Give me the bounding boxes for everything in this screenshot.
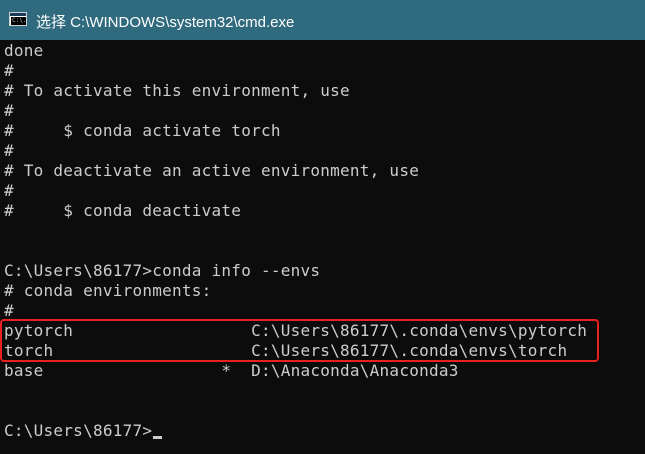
terminal-line: #	[4, 61, 14, 80]
terminal-line: # $ conda deactivate	[4, 201, 242, 220]
terminal-line: #	[4, 301, 14, 320]
terminal-line: # $ conda activate torch	[4, 121, 281, 140]
cmd-prompt-icon: C:\.	[9, 12, 27, 26]
terminal-line: # To activate this environment, use	[4, 81, 350, 100]
terminal-line: #	[4, 181, 14, 200]
prompt-line[interactable]: C:\Users\86177>	[4, 421, 163, 441]
cmd-icon-glyph: C:\.	[11, 17, 27, 25]
terminal-line: #	[4, 141, 14, 160]
window-title: 选择 C:\WINDOWS\system32\cmd.exe	[36, 14, 295, 31]
text-cursor	[153, 436, 163, 439]
terminal-line-env-base: base * D:\Anaconda\Anaconda3	[4, 361, 459, 380]
window-titlebar[interactable]: C:\. 选择 C:\WINDOWS\system32\cmd.exe	[0, 0, 645, 40]
terminal-line: C:\Users\86177>conda info --envs	[4, 261, 321, 280]
highlight-annotation-box	[0, 319, 599, 362]
prompt-text: C:\Users\86177>	[4, 421, 153, 440]
terminal-line: # To deactivate an active environment, u…	[4, 161, 420, 180]
terminal-line: #	[4, 101, 14, 120]
terminal-line: done	[4, 41, 44, 60]
terminal-output[interactable]: done # # To activate this environment, u…	[0, 40, 645, 454]
cmd-icon-bar	[10, 13, 26, 16]
terminal-line: # conda environments:	[4, 281, 212, 300]
